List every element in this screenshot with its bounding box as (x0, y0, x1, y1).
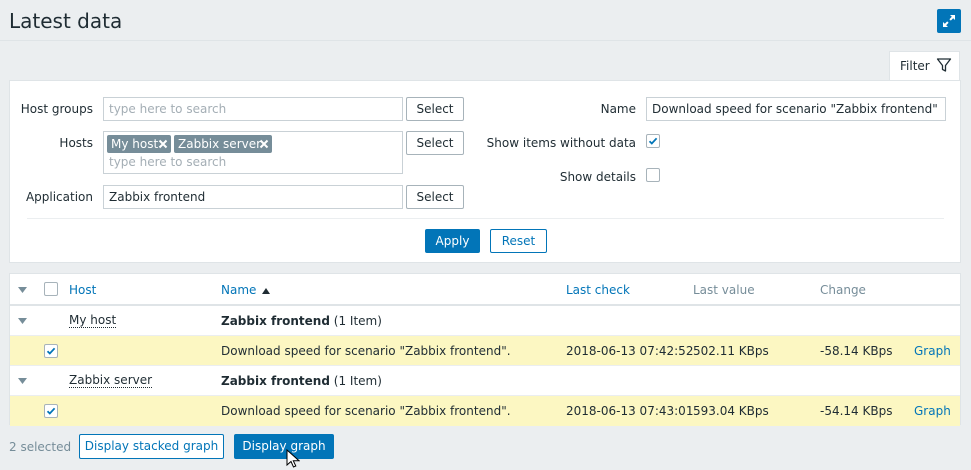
item-checkbox[interactable] (44, 404, 58, 418)
filter-panel: Host groups type here to search Select H… (9, 80, 961, 263)
host-link[interactable]: My host (69, 314, 117, 328)
column-last-check[interactable]: Last check (566, 283, 630, 297)
column-name[interactable]: Name (221, 283, 271, 297)
graph-link[interactable]: Graph (914, 404, 951, 418)
column-last-value: Last value (693, 283, 755, 297)
selected-count: 2 selected (9, 440, 72, 454)
select-all-checkbox[interactable] (44, 282, 58, 296)
item-name: Download speed for scenario "Zabbix fron… (221, 404, 511, 418)
item-last-check: 2018-06-13 07:42:52 (566, 344, 694, 358)
checkmark-icon (46, 347, 56, 355)
item-checkbox[interactable] (44, 344, 58, 358)
apply-button[interactable]: Apply (425, 229, 480, 253)
show-items-without-data-label: Show items without data (486, 136, 636, 150)
host-group-row: My host Zabbix frontend (1 Item) (10, 306, 960, 336)
hosts-search-placeholder: type here to search (109, 155, 227, 169)
graph-link[interactable]: Graph (914, 344, 951, 358)
item-last-value: 502.11 KBps (693, 344, 769, 358)
collapse-all-icon[interactable] (18, 287, 27, 293)
host-tag: Zabbix server (174, 135, 272, 153)
item-row: Download speed for scenario "Zabbix fron… (10, 396, 960, 426)
close-icon[interactable] (258, 138, 270, 150)
host-group-row: Zabbix server Zabbix frontend (1 Item) (10, 366, 960, 396)
hosts-label: Hosts (59, 136, 93, 150)
item-name: Download speed for scenario "Zabbix fron… (221, 344, 511, 358)
item-row: Download speed for scenario "Zabbix fron… (10, 336, 960, 366)
display-graph-button[interactable]: Display graph (234, 434, 334, 459)
name-label: Name (600, 102, 636, 116)
close-icon[interactable] (157, 138, 169, 150)
item-change: -58.14 KBps (820, 344, 893, 358)
host-groups-input[interactable]: type here to search (103, 97, 403, 121)
page-title: Latest data (9, 9, 123, 33)
item-last-check: 2018-06-13 07:43:01 (566, 404, 694, 418)
show-details-checkbox[interactable] (646, 168, 660, 182)
show-items-without-data-checkbox[interactable] (646, 134, 660, 148)
fullscreen-icon (943, 15, 955, 27)
host-groups-label: Host groups (20, 102, 93, 116)
reset-button[interactable]: Reset (490, 229, 547, 253)
filter-icon (936, 58, 952, 72)
application-input[interactable]: Zabbix frontend (103, 185, 403, 209)
item-last-value: 593.04 KBps (693, 404, 769, 418)
application-select-button[interactable]: Select (406, 185, 464, 209)
name-input[interactable]: Download speed for scenario "Zabbix fron… (646, 97, 946, 121)
sort-asc-icon (262, 288, 271, 294)
application-name: Zabbix frontend (1 Item) (221, 374, 382, 388)
item-change: -54.14 KBps (820, 404, 893, 418)
fullscreen-button[interactable] (937, 9, 961, 33)
display-stacked-graph-button[interactable]: Display stacked graph (79, 434, 224, 459)
latest-data-table: Host Name Last check Last value Change M… (9, 273, 961, 426)
collapse-icon[interactable] (18, 378, 27, 384)
column-host[interactable]: Host (69, 283, 96, 297)
application-label: Application (25, 190, 93, 204)
filter-tab-label: Filter (900, 59, 930, 73)
page-header: Latest data (0, 0, 971, 41)
collapse-icon[interactable] (18, 318, 27, 324)
filter-divider (27, 218, 944, 219)
show-details-label: Show details (559, 170, 636, 184)
checkmark-icon (648, 137, 658, 145)
application-name: Zabbix frontend (1 Item) (221, 314, 382, 328)
host-link[interactable]: Zabbix server (69, 374, 153, 388)
filter-tab[interactable]: Filter (889, 51, 960, 80)
hosts-multiselect[interactable]: My host Zabbix server type here to searc… (103, 131, 403, 174)
column-change: Change (820, 283, 866, 297)
checkmark-icon (46, 407, 56, 415)
table-header: Host Name Last check Last value Change (10, 274, 960, 306)
host-tag: My host (107, 135, 171, 153)
mouse-cursor-icon (286, 449, 300, 468)
